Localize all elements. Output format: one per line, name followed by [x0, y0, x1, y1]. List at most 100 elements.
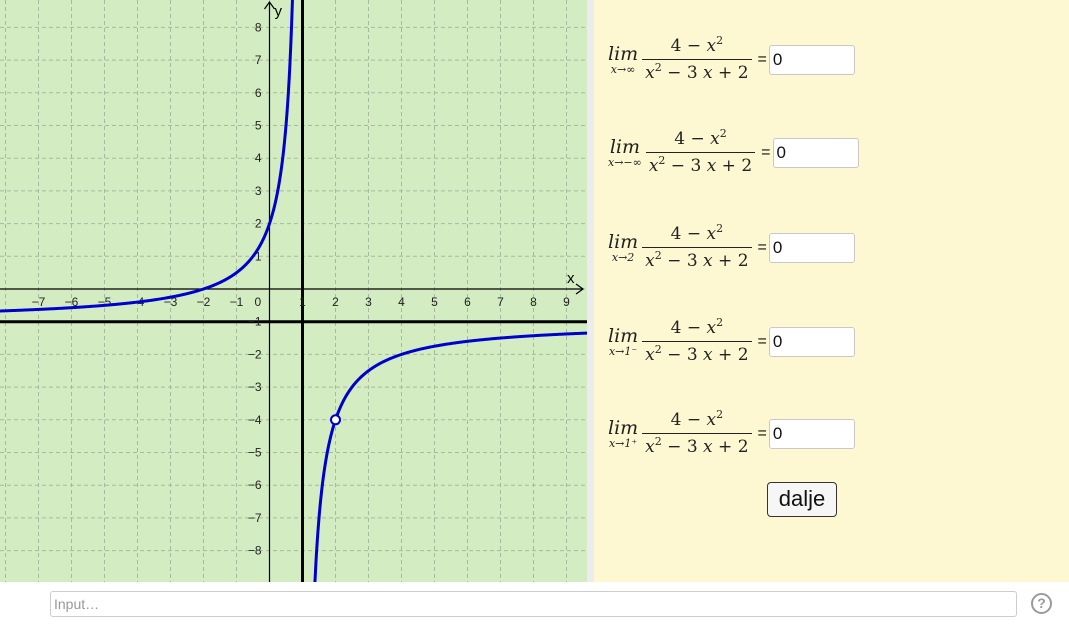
equals-sign: = — [761, 143, 771, 161]
limit-operator: lim x→∞ — [608, 44, 638, 76]
fraction-numerator: 4 − x2 — [668, 35, 726, 59]
x-tick-label: 6 — [464, 295, 471, 309]
fraction-denominator: x2 − 3 x + 2 — [642, 59, 752, 83]
y-tick-label: 7 — [255, 53, 262, 67]
x-tick-label: 7 — [497, 295, 504, 309]
denominator-constant: + 2 — [712, 63, 749, 83]
lim-label: lim — [608, 230, 639, 253]
limit-row: lim x→2 4 − x2 x2 − 3 x + 2 = 0 — [608, 222, 855, 271]
denominator-variable: x — [703, 345, 713, 365]
fraction: 4 − x2 x2 − 3 x + 2 — [642, 222, 752, 271]
limit-row: lim x→−∞ 4 − x2 x2 − 3 x + 2 = 0 — [608, 127, 859, 176]
numerator-variable: x — [710, 129, 720, 149]
fraction-numerator: 4 − x2 — [668, 316, 726, 341]
next-button[interactable]: dalje — [767, 482, 837, 517]
equals-sign: = — [757, 424, 767, 442]
limit-approach-label: x→1⁺ — [608, 436, 638, 450]
denominator-variable: x — [648, 156, 659, 176]
denominator-variable: x — [645, 345, 655, 365]
numerator-exponent: 2 — [716, 222, 724, 235]
curves[interactable] — [0, 0, 587, 582]
denominator-middle-term: − 3 — [661, 437, 704, 457]
y-tick-label: −7 — [248, 511, 262, 525]
equals-sign: = — [757, 332, 767, 350]
grid — [0, 0, 587, 582]
fraction: 4 − x2 x2 − 3 x + 2 — [642, 409, 752, 457]
fraction-denominator: x2 − 3 x + 2 — [642, 247, 752, 271]
x-tick-label: 3 — [365, 295, 372, 309]
numerator-variable: x — [706, 410, 717, 430]
denominator-middle-term: − 3 — [661, 63, 704, 83]
denominator-exponent: 2 — [654, 61, 662, 74]
limit-approach-label: x→∞ — [610, 62, 636, 76]
removable-discontinuity-point[interactable] — [330, 414, 341, 426]
command-input[interactable]: Input… — [50, 591, 1017, 617]
x-tick-label: 9 — [563, 295, 570, 309]
equals-sign: = — [757, 50, 767, 68]
limit-approach-label: x→1⁻ — [608, 344, 638, 358]
y-tick-label: 5 — [255, 119, 262, 133]
fraction-numerator: 4 − x2 — [668, 222, 726, 247]
denominator-variable: x — [645, 251, 655, 271]
fraction-numerator: 4 − x2 — [671, 127, 729, 152]
fraction-denominator: x2 − 3 x + 2 — [642, 341, 752, 365]
function-graph[interactable]: x y 0 −7 −6 −5 −4 −3 −2 −1 1 2 3 4 5 6 7 8 987654321−1−… — [0, 0, 587, 582]
x-tick-label: 4 — [398, 295, 405, 309]
numerator-constant: 4 − — [670, 224, 707, 244]
denominator-variable: x — [645, 437, 655, 457]
y-tick-label: 8 — [255, 20, 262, 34]
denominator-constant: + 2 — [712, 345, 749, 365]
y-tick-label: 3 — [255, 184, 262, 198]
y-tick-label: −3 — [248, 380, 262, 394]
denominator-middle-term: − 3 — [665, 156, 707, 176]
question-mark-icon[interactable]: ? — [1031, 593, 1052, 614]
denominator-constant: + 2 — [716, 156, 753, 176]
answer-input[interactable]: 0 — [768, 326, 855, 357]
answer-input[interactable]: 0 — [768, 44, 855, 75]
asymptotes — [0, 0, 587, 582]
fraction-numerator: 4 − x2 — [668, 409, 726, 433]
x-tick-label: −2 — [197, 295, 211, 309]
limit-operator: lim x→1⁺ — [608, 418, 638, 450]
graphics-view[interactable]: x y 0 −7 −6 −5 −4 −3 −2 −1 1 2 3 4 5 6 7 8 9 8 7 6 5 4 3 2 1 −1−… — [0, 0, 587, 582]
numerator-variable: x — [706, 318, 717, 338]
denominator-variable: x — [703, 437, 713, 457]
denominator-middle-term: − 3 — [661, 251, 704, 271]
y-tick-label: −2 — [248, 347, 262, 361]
denominator-middle-term: − 3 — [661, 345, 704, 365]
answer-input[interactable]: 0 — [772, 137, 859, 168]
x-axis-label: x — [567, 270, 575, 287]
numerator-constant: 4 − — [670, 318, 707, 338]
x-tick-label: 8 — [530, 295, 537, 309]
y-tick-label: −5 — [248, 446, 262, 460]
lim-label: lim — [608, 416, 639, 439]
limit-operator: lim x→−∞ — [608, 137, 642, 169]
lim-label: lim — [608, 42, 639, 65]
limit-operator: lim x→2 — [608, 232, 638, 264]
y-axis-label: y — [275, 3, 283, 20]
denominator-exponent: 2 — [654, 343, 662, 356]
numerator-variable: x — [706, 224, 717, 244]
numerator-exponent: 2 — [719, 127, 727, 140]
y-tick-label: 2 — [255, 217, 262, 231]
limit-approach-label: x→−∞ — [608, 155, 642, 169]
lim-label: lim — [608, 324, 639, 347]
y-tick-label: −8 — [248, 544, 262, 558]
fraction: 4 − x2 x2 − 3 x + 2 — [642, 35, 752, 83]
answer-input[interactable]: 0 — [768, 232, 855, 263]
limit-approach-label: x→2 — [611, 250, 635, 264]
equals-sign: = — [757, 238, 767, 256]
denominator-variable: x — [703, 63, 713, 83]
fraction-denominator: x2 − 3 x + 2 — [642, 433, 752, 457]
function-curve-right-branch[interactable] — [303, 331, 587, 582]
numerator-variable: x — [706, 36, 717, 56]
limit-row: lim x→1⁻ 4 − x2 x2 − 3 x + 2 = 0 — [608, 316, 855, 365]
axes: x y 0 — [0, 0, 585, 582]
x-tick-label: 2 — [332, 295, 339, 309]
panel-divider[interactable] — [587, 0, 594, 582]
denominator-exponent: 2 — [654, 435, 662, 448]
fraction: 4 − x2 x2 − 3 x + 2 — [645, 127, 756, 176]
denominator-variable: x — [703, 251, 713, 271]
answer-input[interactable]: 0 — [768, 418, 855, 449]
numerator-exponent: 2 — [716, 316, 724, 329]
